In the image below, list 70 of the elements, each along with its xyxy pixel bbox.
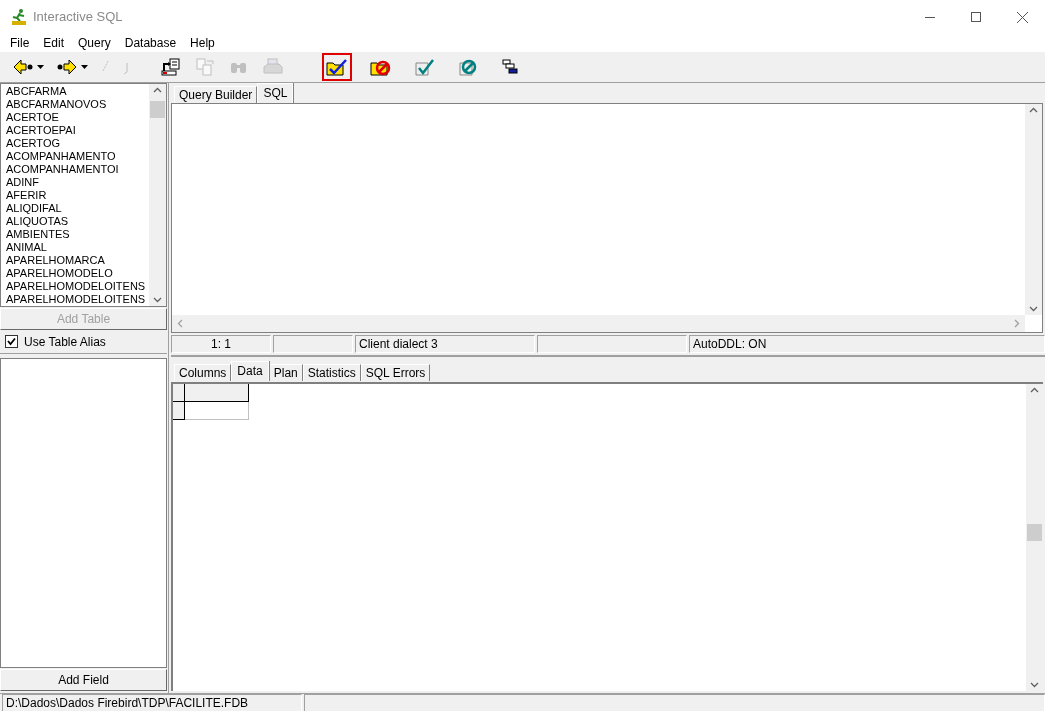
scroll-left-icon	[177, 319, 183, 328]
toolbar-button[interactable]	[322, 53, 352, 81]
table-list-item[interactable]: AFERIR	[6, 189, 149, 202]
documents-icon	[194, 57, 216, 77]
tab[interactable]: Data	[231, 361, 269, 381]
scroll-down-icon	[1029, 306, 1038, 312]
vertical-scrollbar[interactable]	[1025, 104, 1042, 315]
runner-icon	[10, 8, 28, 26]
menu-item[interactable]: Help	[183, 34, 222, 52]
table-list-item[interactable]: ACOMPANHAMENTOI	[6, 163, 149, 176]
table-list-item[interactable]: ACERTOG	[6, 137, 149, 150]
checkbox-label: Use Table Alias	[24, 333, 106, 351]
sql-editor[interactable]	[171, 103, 1043, 333]
grid-cell	[185, 402, 249, 420]
scroll-up-icon	[1030, 387, 1039, 393]
scroll-right-icon	[1014, 319, 1020, 328]
dropdown-caret-icon	[37, 65, 44, 69]
checkbox[interactable]	[5, 335, 18, 348]
windows-icon	[502, 59, 518, 75]
document-arrow-icon	[160, 57, 182, 77]
tab[interactable]: Statistics	[302, 364, 361, 381]
checkmark-icon	[7, 337, 16, 346]
vertical-scrollbar[interactable]	[1026, 384, 1043, 691]
status-panel: D:\Dados\Dados Firebird\TDP\FACILITE.FDB	[2, 694, 302, 711]
table-list-item[interactable]: APARELHOMODELOITENS	[6, 293, 149, 306]
table-list-item[interactable]: ADINF	[6, 176, 149, 189]
tab[interactable]: SQL Errors	[360, 364, 431, 381]
table-list-item[interactable]: ACOMPANHAMENTO	[6, 150, 149, 163]
menu-item[interactable]: Query	[71, 34, 118, 52]
table-list-item[interactable]: APARELHOMODELO	[6, 267, 149, 280]
table-list-item[interactable]: ACERTOE	[6, 111, 149, 124]
minimize-icon	[925, 16, 935, 18]
status-panel: 1: 1	[171, 335, 271, 353]
vertical-scrollbar[interactable]	[149, 84, 166, 306]
document-check-icon	[414, 57, 436, 77]
table-list-item[interactable]: ALIQUOTAS	[6, 215, 149, 228]
table-list-item[interactable]: APARELHOMARCA	[6, 254, 149, 267]
table-list-item[interactable]: ABCFARMANOVOS	[6, 98, 149, 111]
table-list-item[interactable]: ANIMAL	[6, 241, 149, 254]
horizontal-scrollbar[interactable]	[172, 315, 1025, 332]
close-icon	[1016, 11, 1028, 23]
left-arrow-icon	[12, 57, 34, 77]
table-list-item[interactable]: ALIQDIFAL	[6, 202, 149, 215]
row-indicator	[173, 384, 185, 402]
column-header	[185, 384, 249, 402]
maximize-icon	[971, 12, 981, 22]
right-arrow-icon	[56, 57, 78, 77]
folder-check-icon	[326, 57, 348, 77]
printer-icon	[262, 57, 284, 77]
table-list-item[interactable]: APARELHOMODELOITENS	[6, 280, 149, 293]
window-title: Interactive SQL	[33, 8, 123, 27]
tab[interactable]: SQL	[257, 83, 294, 103]
row-indicator	[173, 402, 185, 420]
table-list-item[interactable]: AMBIENTES	[6, 228, 149, 241]
menu-item[interactable]: File	[3, 34, 37, 52]
menu-item[interactable]: Edit	[36, 34, 72, 52]
add-button[interactable]: Add Field	[0, 669, 167, 691]
status-panel: AutoDDL: ON	[689, 335, 1045, 353]
scrollbar-thumb[interactable]	[150, 101, 165, 118]
menu-item[interactable]: Database	[117, 34, 184, 52]
scrollbar-thumb[interactable]	[1027, 524, 1042, 541]
table-list-item[interactable]: ABCFARMA	[6, 85, 149, 98]
status-panel: Client dialect 3	[355, 335, 535, 353]
scroll-down-icon	[1030, 682, 1039, 688]
scroll-up-icon	[153, 87, 162, 93]
scroll-down-icon	[153, 297, 162, 303]
table-list-item[interactable]: ACERTOEPAI	[6, 124, 149, 137]
tab[interactable]: Plan	[268, 364, 303, 381]
scroll-up-icon	[1029, 107, 1038, 113]
dropdown-caret-icon	[81, 65, 88, 69]
